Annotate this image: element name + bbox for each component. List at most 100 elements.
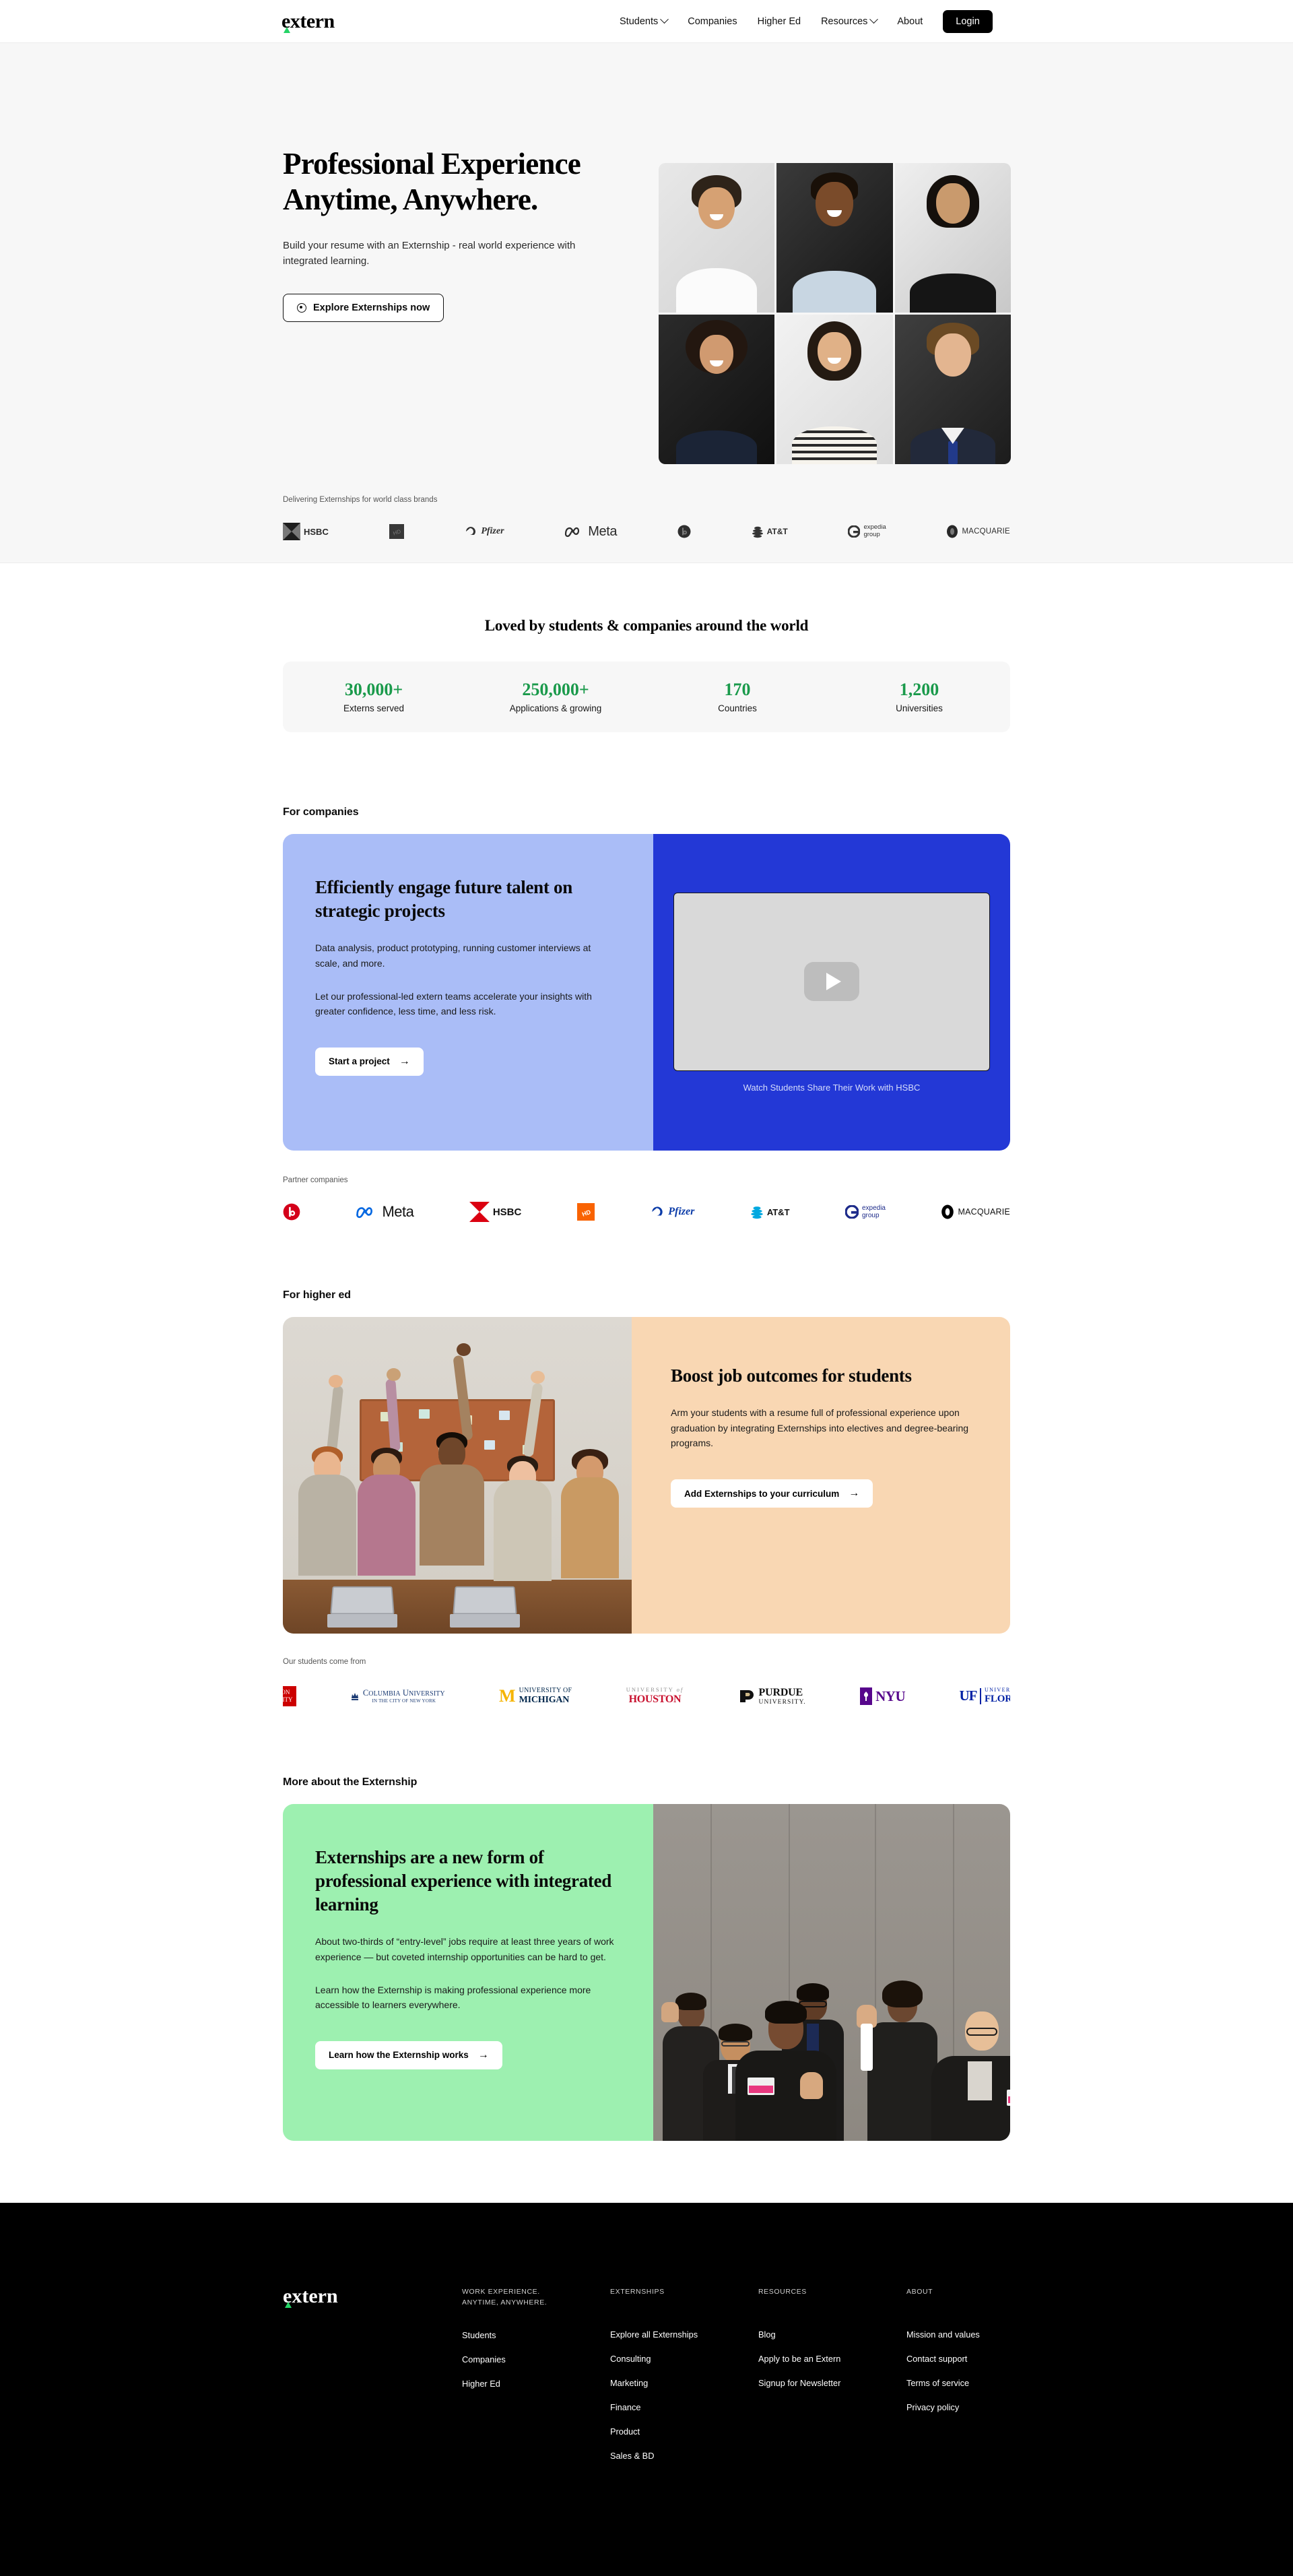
target-dot-icon <box>297 302 306 313</box>
university-of-michigan-logo: M UNIVERSITY OF MICHIGAN <box>499 1686 572 1706</box>
more-about-paragraph-1: About two-thirds of “entry-level” jobs r… <box>315 1936 614 1962</box>
footer-link-terms-of-service[interactable]: Terms of service <box>906 2378 1010 2388</box>
nav-item-companies-label: Companies <box>688 15 737 27</box>
footer-link-consulting[interactable]: Consulting <box>610 2354 714 2364</box>
footer-link-privacy-policy[interactable]: Privacy policy <box>906 2402 1010 2412</box>
footer-column-title: EXTERNSHIPS <box>610 2288 665 2296</box>
stat-item: 30,000+ Externs served <box>283 679 465 713</box>
students-crowd-scene <box>653 1804 1010 2141</box>
stat-label: Applications & growing <box>509 703 602 714</box>
play-icon[interactable] <box>804 962 859 1001</box>
add-externships-button[interactable]: Add Externships to your curriculum → <box>671 1479 873 1508</box>
meta-logo: Meta <box>356 1199 414 1225</box>
pfizer-label: Pfizer <box>668 1206 695 1217</box>
footer-link-contact-support[interactable]: Contact support <box>906 2354 1010 2364</box>
home-depot-logo: HD <box>389 519 404 544</box>
footer-link-signup-for-newsletter[interactable]: Signup for Newsletter <box>758 2378 862 2388</box>
nav-item-about[interactable]: About <box>897 16 923 27</box>
footer-link-mission-and-values[interactable]: Mission and values <box>906 2329 1010 2340</box>
hero-title-line1: Professional Experience <box>283 147 581 181</box>
att-label: AT&T <box>766 527 788 536</box>
more-about-heading: Externships are a new form of profession… <box>315 1847 611 1915</box>
beats-logo <box>677 519 691 544</box>
stat-value: 170 <box>724 679 751 699</box>
nav-item-resources-label: Resources <box>821 15 868 27</box>
nav-item-students[interactable]: Students <box>620 15 669 27</box>
stats-bar: 30,000+ Externs served 250,000+ Applicat… <box>283 662 1010 732</box>
footer-link-sales-bd[interactable]: Sales & BD <box>610 2451 714 2461</box>
explore-externships-button[interactable]: Explore Externships now <box>283 293 444 322</box>
footer-link-explore-all-externships[interactable]: Explore all Externships <box>610 2329 714 2340</box>
macquarie-logo: MACQUARIE <box>946 519 1010 544</box>
video-caption: Watch Students Share Their Work with HSB… <box>743 1082 921 1093</box>
nav-item-companies[interactable]: Companies <box>688 16 737 27</box>
hsbc-label: HSBC <box>304 526 329 537</box>
person <box>489 1371 556 1582</box>
stat-label: Countries <box>718 703 757 714</box>
laptop <box>327 1586 397 1628</box>
footer-columns: WORK EXPERIENCE. ANYTIME, ANYWHERE. Stud… <box>462 2286 1010 2475</box>
logo-x-glyph: ex <box>283 2285 302 2308</box>
login-button[interactable]: Login <box>943 9 993 33</box>
partner-logo-row: Meta HSBC HD Pfizer AT&T expedia group M… <box>283 1199 1010 1225</box>
companies-card-video: Watch Students Share Their Work with HSB… <box>653 834 1010 1151</box>
hsbc-label: HSBC <box>492 1206 522 1218</box>
footer-link-marketing[interactable]: Marketing <box>610 2378 714 2388</box>
more-about-card-text: Externships are a new form of profession… <box>283 1804 653 2141</box>
att-label: AT&T <box>766 1206 790 1217</box>
stat-label: Universities <box>896 703 943 714</box>
partner-companies-label: Partner companies <box>283 1176 348 1184</box>
site-footer: e xtern WORK EXPERIENCE. ANYTIME, ANYWHER… <box>0 2203 1293 2576</box>
stat-value: 30,000+ <box>344 679 403 699</box>
start-a-project-label: Start a project <box>329 1056 390 1067</box>
pfizer-logo: Pfizer <box>464 519 504 544</box>
att-logo: AT&T <box>752 519 788 544</box>
green-triangle-icon <box>284 26 290 33</box>
person <box>555 1448 625 1580</box>
arrow-right-icon: → <box>849 1487 860 1500</box>
nav-links: Students Companies Higher Ed Resources A… <box>620 9 993 33</box>
for-higher-ed-label: For higher ed <box>283 1289 351 1301</box>
footer-link-higher-ed[interactable]: Higher Ed <box>462 2379 566 2389</box>
expedia-logo: expedia group <box>848 519 886 544</box>
companies-paragraph-2: Let our professional-led extern teams ac… <box>315 990 592 1017</box>
stat-item: 1,200 Universities <box>828 680 1010 714</box>
nyu-logo: NYU <box>860 1687 906 1705</box>
higher-ed-card-text: Boost job outcomes for students Arm your… <box>632 1317 1010 1634</box>
learn-how-button[interactable]: Learn how the Externship works → <box>315 2040 502 2069</box>
nav-item-about-label: About <box>897 15 923 27</box>
macquarie-label: MACQUARIE <box>962 527 1010 536</box>
university-of-houston-logo: UNIVERSITY of HOUSTON <box>626 1685 684 1705</box>
nav-item-higher-ed[interactable]: Higher Ed <box>758 16 801 27</box>
nav-item-resources[interactable]: Resources <box>821 15 879 27</box>
loved-title: Loved by students & companies around the… <box>484 617 809 634</box>
person <box>735 1986 836 2141</box>
footer-link-apply-to-be-an-extern[interactable]: Apply to be an Extern <box>758 2354 862 2364</box>
learn-how-label: Learn how the Externship works <box>329 2050 469 2061</box>
footer-link-product[interactable]: Product <box>610 2426 714 2437</box>
student-photo-6 <box>894 315 1011 464</box>
video-thumbnail[interactable] <box>673 892 990 1071</box>
more-about-label: More about the Externship <box>283 1776 418 1788</box>
hero-section: Professional Experience Anytime, Anywher… <box>0 43 1293 563</box>
footer-column-about: ABOUT Mission and values Contact support… <box>906 2286 1010 2475</box>
green-triangle-icon <box>285 2302 292 2308</box>
person <box>354 1368 419 1580</box>
stat-value: 250,000+ <box>522 679 589 699</box>
purdue-university-logo: PURDUE UNIVERSITY. <box>738 1687 806 1706</box>
footer-link-blog[interactable]: Blog <box>758 2329 862 2340</box>
expedia-logo: expedia group <box>844 1199 886 1225</box>
footer-link-finance[interactable]: Finance <box>610 2402 714 2412</box>
footer-extern-logo[interactable]: e xtern <box>283 2286 462 2475</box>
meta-label: Meta <box>588 523 618 539</box>
footer-link-students[interactable]: Students <box>462 2330 566 2340</box>
hsbc-logo: HSBC <box>469 1199 522 1225</box>
student-photo-4 <box>659 315 775 464</box>
page-title: Professional Experience Anytime, Anywher… <box>283 146 660 218</box>
start-a-project-button[interactable]: Start a project → <box>315 1047 424 1076</box>
add-externships-label: Add Externships to your curriculum <box>684 1488 840 1499</box>
extern-logo[interactable]: e xtern <box>281 11 335 33</box>
person <box>931 1989 1010 2141</box>
student-photo-1 <box>659 163 775 313</box>
footer-link-companies[interactable]: Companies <box>462 2354 566 2364</box>
